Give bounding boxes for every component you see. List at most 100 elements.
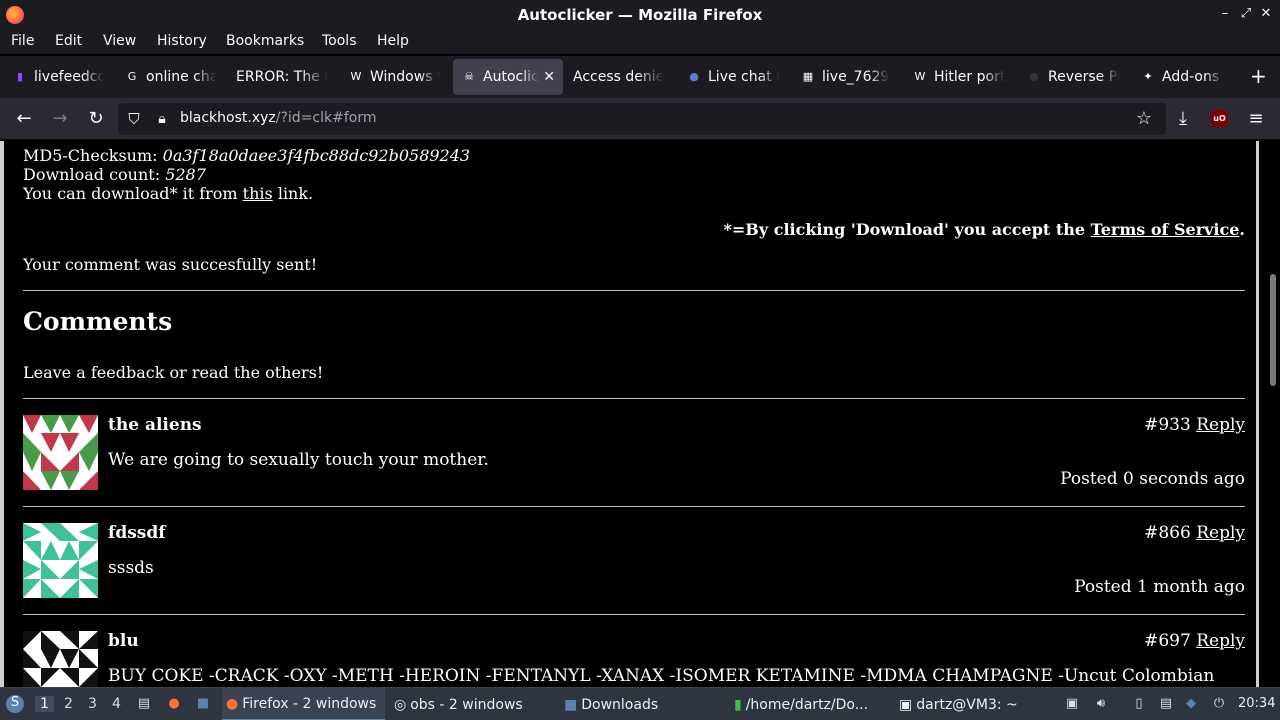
- comment-number: #697 Reply: [1144, 631, 1245, 651]
- comment-author: blu: [108, 631, 139, 651]
- puzzle-icon: ✦: [1143, 70, 1153, 83]
- taskbar-firefox[interactable]: ● Firefox - 2 windows: [222, 688, 385, 720]
- wikipedia-icon: W: [914, 70, 926, 83]
- forward-button[interactable]: →: [48, 107, 72, 131]
- comment-sent-message: Your comment was succesfully sent!: [23, 255, 318, 274]
- menu-history[interactable]: History: [157, 33, 207, 49]
- google-icon: G: [127, 70, 137, 83]
- comment-timestamp: Posted 0 seconds ago: [1060, 469, 1245, 489]
- bookmark-star-icon[interactable]: ☆: [1132, 107, 1156, 131]
- tab-6[interactable]: ● Live chat r: [678, 59, 788, 95]
- tab-label: livefeedco: [34, 69, 104, 85]
- tab-5[interactable]: Access denie: [565, 59, 673, 95]
- divider: [23, 398, 1245, 399]
- tab-2[interactable]: ERROR: The r: [228, 59, 336, 95]
- comments-heading: Comments: [23, 307, 173, 336]
- reply-link[interactable]: Reply: [1196, 631, 1245, 651]
- clipboard-icon[interactable]: ▯: [1131, 696, 1147, 712]
- tab-label: live_7629: [822, 69, 890, 85]
- comment-text: sssds: [108, 558, 154, 578]
- downloads-icon[interactable]: ⤓: [1171, 107, 1195, 131]
- workspace-4[interactable]: 4: [112, 696, 121, 712]
- download-count-line: Download count: 5287: [23, 165, 206, 184]
- menu-help[interactable]: Help: [377, 33, 409, 49]
- firefox-icon: ●: [226, 695, 239, 712]
- comment-author: the aliens: [108, 415, 202, 435]
- tab-10[interactable]: ✦ Add-ons M: [1132, 59, 1232, 95]
- divider: [23, 614, 1245, 615]
- file-manager-icon[interactable]: ▤: [136, 696, 152, 712]
- tray-app-icon[interactable]: ▣: [1064, 696, 1080, 712]
- avatar: [23, 631, 98, 687]
- menu-bookmarks[interactable]: Bookmarks: [226, 33, 304, 49]
- page-scrollbar[interactable]: [1266, 141, 1280, 687]
- tab-1[interactable]: Gonline cha: [116, 59, 224, 95]
- card-border-left: [0, 141, 4, 687]
- comment-author: fdssdf: [108, 523, 166, 543]
- tab-3[interactable]: W Windows 9: [340, 59, 448, 95]
- updates-icon[interactable]: ◆: [1183, 696, 1199, 712]
- back-button[interactable]: ←: [12, 107, 36, 131]
- comment-number: #866 Reply: [1144, 523, 1245, 543]
- comment-timestamp: Posted 1 month ago: [1074, 577, 1245, 597]
- url-text[interactable]: blackhost.xyz/?id=clk#form: [180, 110, 377, 126]
- tab-8[interactable]: W Hitler port: [904, 59, 1014, 95]
- code-icon: ▦: [802, 70, 814, 83]
- tab-7[interactable]: ▦ live_7629: [792, 59, 900, 95]
- start-menu-icon[interactable]: S: [6, 695, 24, 713]
- hamburger-menu-icon[interactable]: ≡: [1244, 107, 1268, 131]
- tab-label: Autoclick: [483, 69, 539, 85]
- new-tab-button[interactable]: +: [1250, 66, 1267, 86]
- taskbar-terminal-1[interactable]: ▮/home/dartz/Do...: [730, 688, 885, 720]
- tab-0[interactable]: ▮ livefeedco: [4, 59, 112, 95]
- terminal-icon: ▮: [734, 696, 742, 713]
- workspace-1[interactable]: 1: [35, 696, 54, 712]
- scrollbar-thumb[interactable]: [1270, 274, 1276, 386]
- wikipedia-icon: W: [350, 70, 362, 83]
- chat-icon: ●: [689, 70, 699, 83]
- ublock-origin-icon[interactable]: uO: [1211, 110, 1228, 127]
- terminal-launcher-icon[interactable]: ■: [195, 696, 211, 712]
- reload-button[interactable]: ↻: [84, 107, 108, 131]
- workspace-2[interactable]: 2: [64, 696, 73, 712]
- title-bar: Autoclicker — Mozilla Firefox – ⤢ ✕: [0, 0, 1280, 30]
- skull-icon: ☠: [464, 70, 474, 83]
- tab-4[interactable]: ☠ Autoclick✕: [453, 59, 563, 95]
- divider: [23, 290, 1245, 291]
- reply-link[interactable]: Reply: [1196, 415, 1245, 435]
- tray-app-icon-2[interactable]: ▤: [1158, 696, 1174, 712]
- terms-of-service-link[interactable]: Terms of Service: [1091, 220, 1240, 239]
- tab-bar: ▮ livefeedco Gonline cha ERROR: The r W Windo…: [0, 56, 1280, 98]
- menu-file[interactable]: File: [11, 33, 34, 49]
- menu-edit[interactable]: Edit: [55, 33, 82, 49]
- taskbar-obs[interactable]: ◎ obs - 2 windows: [390, 688, 530, 720]
- avatar: [23, 523, 98, 598]
- download-count-value: 5287: [165, 165, 206, 184]
- tab-9[interactable]: ● Reverse Pi: [1018, 59, 1128, 95]
- tab-close-button[interactable]: ✕: [543, 69, 555, 85]
- obs-icon: ◎: [394, 696, 407, 713]
- volume-icon[interactable]: 🔊︎: [1093, 696, 1109, 712]
- window-title: Autoclicker — Mozilla Firefox: [517, 6, 763, 24]
- url-bar[interactable]: ⛉ 🔒︎ blackhost.xyz/?id=clk#form ☆: [118, 103, 1166, 135]
- close-window-button[interactable]: ✕: [1259, 6, 1273, 22]
- download-link[interactable]: this: [243, 184, 273, 203]
- navigation-toolbar: ← → ↻ ⛉ 🔒︎ blackhost.xyz/?id=clk#form ☆ …: [0, 98, 1280, 140]
- tab-label: Add-ons M: [1162, 69, 1224, 85]
- menu-bar: File Edit View History Bookmarks Tools H…: [0, 30, 1280, 54]
- reply-link[interactable]: Reply: [1196, 523, 1245, 543]
- shield-icon[interactable]: ⛉: [122, 107, 146, 131]
- lock-icon[interactable]: 🔒︎: [150, 107, 174, 131]
- power-icon[interactable]: ⏻: [1211, 696, 1227, 712]
- tos-notice: *=By clicking 'Download' you accept the …: [723, 220, 1245, 239]
- taskbar-terminal-2[interactable]: ▣ dartz@VM3: ~: [895, 688, 1045, 720]
- menu-tools[interactable]: Tools: [322, 33, 357, 49]
- firefox-launcher-icon[interactable]: ●: [166, 696, 182, 712]
- taskbar-downloads[interactable]: ■ Downloads: [560, 688, 720, 720]
- minimize-button[interactable]: –: [1218, 6, 1232, 22]
- workspace-3[interactable]: 3: [88, 696, 97, 712]
- page-content: MD5-Checksum: 0a3f18a0daee3f4fbc88dc92b0…: [0, 141, 1266, 687]
- menu-view[interactable]: View: [103, 33, 136, 49]
- maximize-button[interactable]: ⤢: [1239, 6, 1253, 22]
- clock: 20:34: [1238, 696, 1276, 711]
